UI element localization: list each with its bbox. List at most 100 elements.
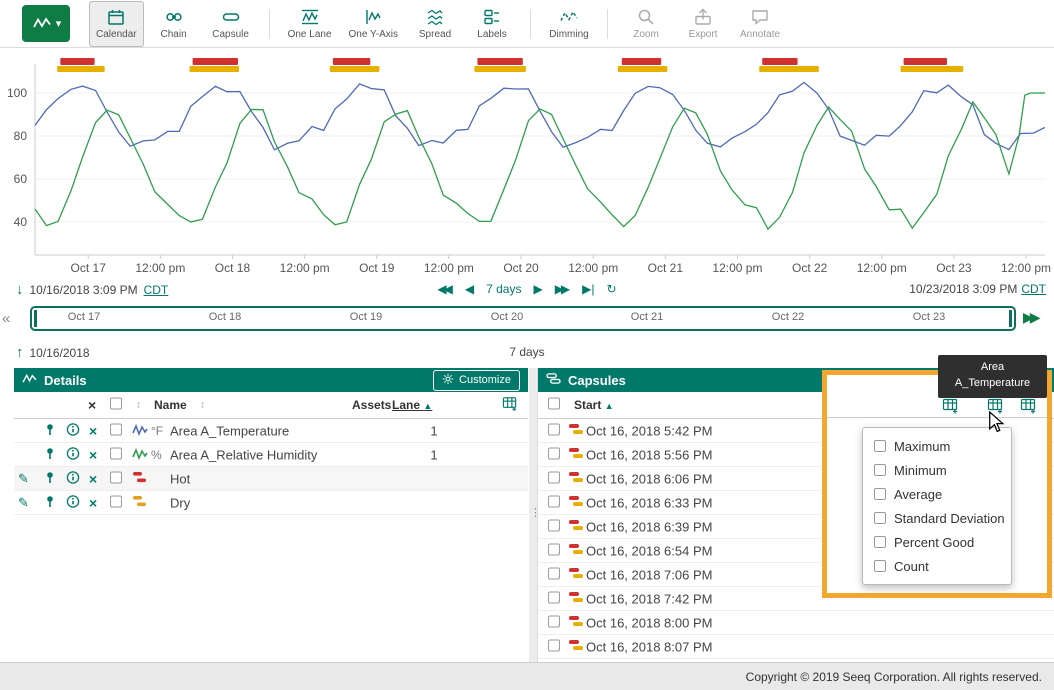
tool-capsule[interactable]: Capsule	[204, 1, 258, 47]
details-row[interactable]: ✎ × Dry	[14, 491, 528, 515]
statistic-checkbox[interactable]	[874, 536, 886, 548]
statistic-option[interactable]: Percent Good	[863, 530, 1011, 554]
info-icon[interactable]	[66, 446, 80, 463]
capsule-checkbox[interactable]	[548, 447, 560, 459]
row-checkbox[interactable]	[110, 495, 122, 507]
capsule-checkbox[interactable]	[548, 471, 560, 483]
arrow-down-icon[interactable]: ↓	[16, 282, 24, 297]
step-back-half-icon[interactable]: ◀	[465, 282, 474, 296]
info-icon[interactable]	[66, 494, 80, 511]
capsule-checkbox[interactable]	[548, 615, 560, 627]
statistic-checkbox[interactable]	[874, 440, 886, 452]
range-start-text[interactable]: 10/16/2018 3:09 PM	[30, 283, 138, 297]
trend-chart[interactable]: 100806040Oct 1712:00 pmOct 1812:00 pmOct…	[0, 48, 1054, 280]
refresh-icon[interactable]: ↻	[607, 282, 617, 296]
pin-icon[interactable]	[43, 422, 57, 439]
add-column-icon[interactable]	[502, 396, 518, 415]
capsule-row[interactable]: Oct 16, 2018 8:07 PM	[538, 635, 1054, 659]
statistic-checkbox[interactable]	[874, 512, 886, 524]
tool-dimming[interactable]: Dimming	[542, 1, 596, 47]
pin-icon[interactable]	[43, 446, 57, 463]
timezone-link[interactable]: CDT	[144, 283, 169, 297]
capsule-row[interactable]: Oct 16, 2018 8:00 PM	[538, 611, 1054, 635]
select-all-checkbox[interactable]	[110, 398, 122, 410]
remove-icon[interactable]: ×	[89, 496, 97, 510]
display-range-row: ↓ 10/16/2018 3:09 PM CDT ◀◀ ◀ 7 days ▶ ▶…	[0, 281, 1054, 303]
condition-name[interactable]: Dry	[170, 495, 190, 510]
arrow-up-icon[interactable]: ↑	[16, 345, 24, 360]
pin-icon[interactable]	[43, 470, 57, 487]
capsule-checkbox[interactable]	[548, 567, 560, 579]
info-icon[interactable]	[66, 470, 80, 487]
details-row[interactable]: ✎ × Hot	[14, 467, 528, 491]
timezone-link[interactable]: CDT	[1021, 282, 1046, 296]
condition-name[interactable]: Hot	[170, 471, 190, 486]
statistic-checkbox[interactable]	[874, 560, 886, 572]
capsule-checkbox[interactable]	[548, 495, 560, 507]
row-checkbox[interactable]	[110, 471, 122, 483]
scrubber-right-handle[interactable]	[1009, 310, 1012, 327]
statistic-option[interactable]: Standard Deviation	[863, 506, 1011, 530]
investigate-start-date[interactable]: 10/16/2018	[30, 346, 90, 360]
select-all-checkbox[interactable]	[548, 398, 560, 410]
capsule-checkbox[interactable]	[548, 519, 560, 531]
lane-column-header[interactable]: Lane ▲	[392, 398, 432, 412]
statistic-checkbox[interactable]	[874, 488, 886, 500]
scrubber-date-label: Oct 17	[68, 311, 100, 323]
range-duration[interactable]: 7 days	[486, 282, 521, 296]
capsule-checkbox[interactable]	[548, 423, 560, 435]
tool-calendar[interactable]: Calendar	[89, 1, 144, 47]
details-row[interactable]: × °F Area A_Temperature 1	[14, 419, 528, 443]
signal-name[interactable]: Area A_Relative Humidity	[170, 447, 317, 462]
expand-range-icon[interactable]: ▶▶	[1023, 309, 1037, 326]
collapse-left-icon[interactable]: «	[2, 310, 10, 327]
add-stat-column-icon[interactable]	[942, 397, 959, 419]
tool-zoom[interactable]: Zoom	[619, 1, 673, 47]
name-column-header[interactable]: Name	[154, 398, 187, 412]
signal-name[interactable]: Area A_Temperature	[170, 423, 289, 438]
start-column-header[interactable]: Start ▲	[574, 398, 614, 412]
statistic-checkbox[interactable]	[874, 464, 886, 476]
capsule-checkbox[interactable]	[548, 591, 560, 603]
scrubber-left-handle[interactable]	[34, 310, 37, 327]
remove-icon[interactable]: ×	[89, 448, 97, 462]
statistic-option[interactable]: Count	[863, 554, 1011, 578]
step-forward-full-icon[interactable]: ▶▶	[555, 282, 567, 296]
statistic-option[interactable]: Minimum	[863, 458, 1011, 482]
tool-spread[interactable]: Spread	[408, 1, 462, 47]
sort-icon[interactable]: ↕	[200, 400, 205, 411]
statistic-option[interactable]: Average	[863, 482, 1011, 506]
tool-one-y-axis[interactable]: One Y-Axis	[342, 1, 405, 47]
tool-label: Spread	[419, 29, 451, 40]
remove-icon[interactable]: ×	[89, 424, 97, 438]
row-checkbox[interactable]	[110, 423, 122, 435]
capsule-checkbox[interactable]	[548, 639, 560, 651]
investigate-range-scrubber[interactable]: Oct 17 Oct 18 Oct 19 Oct 20 Oct 21 Oct 2…	[30, 306, 1016, 331]
customize-button[interactable]: Customize	[433, 370, 520, 391]
panel-splitter[interactable]: ⋮	[529, 368, 537, 662]
row-checkbox[interactable]	[110, 447, 122, 459]
sort-icon[interactable]: ↕	[136, 400, 141, 411]
pin-icon[interactable]	[43, 494, 57, 511]
step-back-full-icon[interactable]: ◀◀	[437, 282, 449, 296]
tool-one-lane[interactable]: One Lane	[281, 1, 339, 47]
tool-export[interactable]: Export	[676, 1, 730, 47]
details-row[interactable]: × % Area A_Relative Humidity 1	[14, 443, 528, 467]
tool-labels[interactable]: Labels	[465, 1, 519, 47]
remove-all-icon[interactable]: ×	[88, 397, 96, 413]
assets-column-header[interactable]: Assets	[352, 398, 391, 412]
capsule-checkbox[interactable]	[548, 543, 560, 555]
edit-icon[interactable]: ✎	[18, 495, 29, 511]
info-icon[interactable]	[66, 422, 80, 439]
remove-icon[interactable]: ×	[89, 472, 97, 486]
tool-annotate[interactable]: Annotate	[733, 1, 787, 47]
step-forward-half-icon[interactable]: ▶	[533, 282, 542, 296]
tool-chain[interactable]: Chain	[147, 1, 201, 47]
range-end-text[interactable]: 10/23/2018 3:09 PM	[909, 282, 1017, 296]
step-to-end-icon[interactable]: ▶|	[582, 282, 594, 296]
edit-icon[interactable]: ✎	[18, 471, 29, 487]
capsule-start-time: Oct 16, 2018 6:33 PM	[586, 495, 712, 510]
view-mode-button[interactable]: ▾	[22, 5, 70, 42]
add-stat-column-icon[interactable]	[1020, 397, 1037, 419]
svg-text:Oct 22: Oct 22	[792, 261, 828, 275]
